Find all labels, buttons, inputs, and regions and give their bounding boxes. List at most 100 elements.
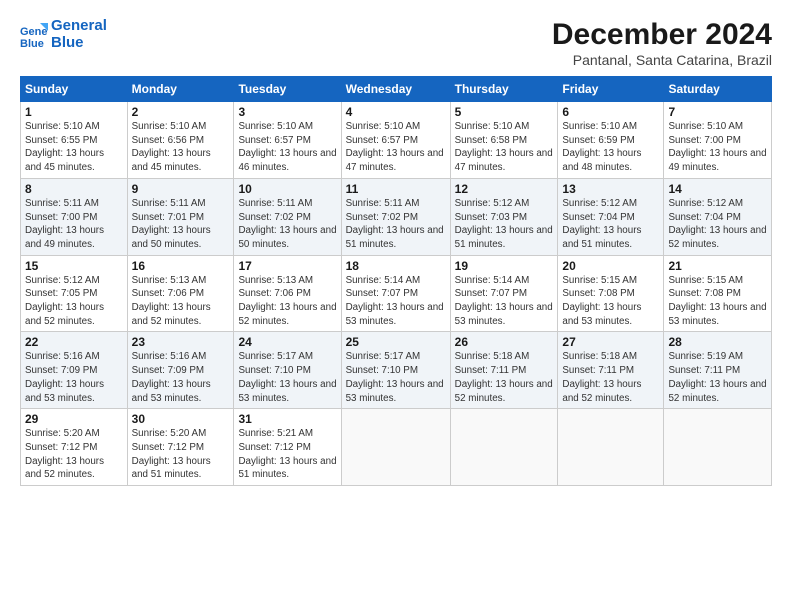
col-friday: Friday — [558, 77, 664, 102]
day-info: Sunrise: 5:12 AMSunset: 7:04 PMDaylight:… — [668, 198, 766, 250]
list-item: 20 Sunrise: 5:15 AMSunset: 7:08 PMDaylig… — [558, 255, 664, 332]
header: General Blue General Blue December 2024 … — [20, 18, 772, 68]
day-number: 9 — [132, 182, 230, 196]
col-saturday: Saturday — [664, 77, 772, 102]
day-info: Sunrise: 5:13 AMSunset: 7:06 PMDaylight:… — [132, 275, 211, 327]
list-item: 18 Sunrise: 5:14 AMSunset: 7:07 PMDaylig… — [341, 255, 450, 332]
day-info: Sunrise: 5:14 AMSunset: 7:07 PMDaylight:… — [455, 275, 553, 327]
day-number: 12 — [455, 182, 554, 196]
page: General Blue General Blue December 2024 … — [0, 0, 792, 612]
day-info: Sunrise: 5:10 AMSunset: 6:58 PMDaylight:… — [455, 121, 553, 173]
col-sunday: Sunday — [21, 77, 128, 102]
day-info: Sunrise: 5:11 AMSunset: 7:01 PMDaylight:… — [132, 198, 211, 250]
list-item — [450, 409, 558, 486]
day-number: 5 — [455, 105, 554, 119]
subtitle: Pantanal, Santa Catarina, Brazil — [552, 52, 772, 68]
list-item: 19 Sunrise: 5:14 AMSunset: 7:07 PMDaylig… — [450, 255, 558, 332]
day-number: 4 — [346, 105, 446, 119]
list-item: 10 Sunrise: 5:11 AMSunset: 7:02 PMDaylig… — [234, 178, 341, 255]
logo-icon: General Blue — [20, 21, 48, 49]
day-number: 28 — [668, 335, 767, 349]
day-info: Sunrise: 5:10 AMSunset: 7:00 PMDaylight:… — [668, 121, 766, 173]
day-info: Sunrise: 5:12 AMSunset: 7:03 PMDaylight:… — [455, 198, 553, 250]
day-info: Sunrise: 5:16 AMSunset: 7:09 PMDaylight:… — [25, 351, 104, 403]
list-item: 8 Sunrise: 5:11 AMSunset: 7:00 PMDayligh… — [21, 178, 128, 255]
list-item: 1 Sunrise: 5:10 AMSunset: 6:55 PMDayligh… — [21, 102, 128, 179]
list-item: 9 Sunrise: 5:11 AMSunset: 7:01 PMDayligh… — [127, 178, 234, 255]
list-item — [341, 409, 450, 486]
day-info: Sunrise: 5:10 AMSunset: 6:56 PMDaylight:… — [132, 121, 211, 173]
list-item: 14 Sunrise: 5:12 AMSunset: 7:04 PMDaylig… — [664, 178, 772, 255]
title-section: December 2024 Pantanal, Santa Catarina, … — [552, 18, 772, 68]
day-number: 10 — [238, 182, 336, 196]
day-number: 7 — [668, 105, 767, 119]
list-item: 21 Sunrise: 5:15 AMSunset: 7:08 PMDaylig… — [664, 255, 772, 332]
day-info: Sunrise: 5:14 AMSunset: 7:07 PMDaylight:… — [346, 275, 444, 327]
day-number: 22 — [25, 335, 123, 349]
day-info: Sunrise: 5:11 AMSunset: 7:02 PMDaylight:… — [346, 198, 444, 250]
day-info: Sunrise: 5:16 AMSunset: 7:09 PMDaylight:… — [132, 351, 211, 403]
day-number: 2 — [132, 105, 230, 119]
logo: General Blue General Blue — [20, 18, 107, 51]
day-info: Sunrise: 5:18 AMSunset: 7:11 PMDaylight:… — [455, 351, 553, 403]
list-item: 24 Sunrise: 5:17 AMSunset: 7:10 PMDaylig… — [234, 332, 341, 409]
svg-text:General: General — [20, 26, 48, 38]
day-number: 16 — [132, 259, 230, 273]
day-number: 18 — [346, 259, 446, 273]
col-wednesday: Wednesday — [341, 77, 450, 102]
table-row: 1 Sunrise: 5:10 AMSunset: 6:55 PMDayligh… — [21, 102, 772, 179]
calendar-header: Sunday Monday Tuesday Wednesday Thursday… — [21, 77, 772, 102]
day-info: Sunrise: 5:20 AMSunset: 7:12 PMDaylight:… — [132, 428, 211, 480]
day-info: Sunrise: 5:15 AMSunset: 7:08 PMDaylight:… — [668, 275, 766, 327]
day-number: 21 — [668, 259, 767, 273]
day-number: 8 — [25, 182, 123, 196]
day-info: Sunrise: 5:10 AMSunset: 6:55 PMDaylight:… — [25, 121, 104, 173]
day-info: Sunrise: 5:11 AMSunset: 7:00 PMDaylight:… — [25, 198, 104, 250]
header-row: Sunday Monday Tuesday Wednesday Thursday… — [21, 77, 772, 102]
table-row: 29 Sunrise: 5:20 AMSunset: 7:12 PMDaylig… — [21, 409, 772, 486]
day-number: 25 — [346, 335, 446, 349]
main-title: December 2024 — [552, 18, 772, 52]
list-item: 12 Sunrise: 5:12 AMSunset: 7:03 PMDaylig… — [450, 178, 558, 255]
list-item: 15 Sunrise: 5:12 AMSunset: 7:05 PMDaylig… — [21, 255, 128, 332]
list-item: 4 Sunrise: 5:10 AMSunset: 6:57 PMDayligh… — [341, 102, 450, 179]
day-info: Sunrise: 5:21 AMSunset: 7:12 PMDaylight:… — [238, 428, 336, 480]
list-item: 13 Sunrise: 5:12 AMSunset: 7:04 PMDaylig… — [558, 178, 664, 255]
list-item: 27 Sunrise: 5:18 AMSunset: 7:11 PMDaylig… — [558, 332, 664, 409]
col-thursday: Thursday — [450, 77, 558, 102]
col-monday: Monday — [127, 77, 234, 102]
list-item: 5 Sunrise: 5:10 AMSunset: 6:58 PMDayligh… — [450, 102, 558, 179]
day-number: 15 — [25, 259, 123, 273]
day-number: 6 — [562, 105, 659, 119]
day-number: 24 — [238, 335, 336, 349]
table-row: 22 Sunrise: 5:16 AMSunset: 7:09 PMDaylig… — [21, 332, 772, 409]
day-number: 31 — [238, 412, 336, 426]
day-number: 14 — [668, 182, 767, 196]
day-number: 1 — [25, 105, 123, 119]
day-number: 29 — [25, 412, 123, 426]
list-item: 26 Sunrise: 5:18 AMSunset: 7:11 PMDaylig… — [450, 332, 558, 409]
day-number: 20 — [562, 259, 659, 273]
day-number: 26 — [455, 335, 554, 349]
list-item — [664, 409, 772, 486]
day-info: Sunrise: 5:18 AMSunset: 7:11 PMDaylight:… — [562, 351, 641, 403]
table-row: 8 Sunrise: 5:11 AMSunset: 7:00 PMDayligh… — [21, 178, 772, 255]
day-number: 23 — [132, 335, 230, 349]
list-item: 22 Sunrise: 5:16 AMSunset: 7:09 PMDaylig… — [21, 332, 128, 409]
list-item: 31 Sunrise: 5:21 AMSunset: 7:12 PMDaylig… — [234, 409, 341, 486]
day-info: Sunrise: 5:11 AMSunset: 7:02 PMDaylight:… — [238, 198, 336, 250]
day-number: 17 — [238, 259, 336, 273]
logo-line2: Blue — [51, 35, 107, 52]
list-item: 3 Sunrise: 5:10 AMSunset: 6:57 PMDayligh… — [234, 102, 341, 179]
list-item: 11 Sunrise: 5:11 AMSunset: 7:02 PMDaylig… — [341, 178, 450, 255]
day-info: Sunrise: 5:17 AMSunset: 7:10 PMDaylight:… — [238, 351, 336, 403]
list-item: 7 Sunrise: 5:10 AMSunset: 7:00 PMDayligh… — [664, 102, 772, 179]
list-item: 23 Sunrise: 5:16 AMSunset: 7:09 PMDaylig… — [127, 332, 234, 409]
day-info: Sunrise: 5:12 AMSunset: 7:05 PMDaylight:… — [25, 275, 104, 327]
list-item: 25 Sunrise: 5:17 AMSunset: 7:10 PMDaylig… — [341, 332, 450, 409]
day-info: Sunrise: 5:20 AMSunset: 7:12 PMDaylight:… — [25, 428, 104, 480]
svg-text:Blue: Blue — [20, 38, 44, 49]
day-number: 19 — [455, 259, 554, 273]
day-info: Sunrise: 5:10 AMSunset: 6:57 PMDaylight:… — [238, 121, 336, 173]
table-row: 15 Sunrise: 5:12 AMSunset: 7:05 PMDaylig… — [21, 255, 772, 332]
